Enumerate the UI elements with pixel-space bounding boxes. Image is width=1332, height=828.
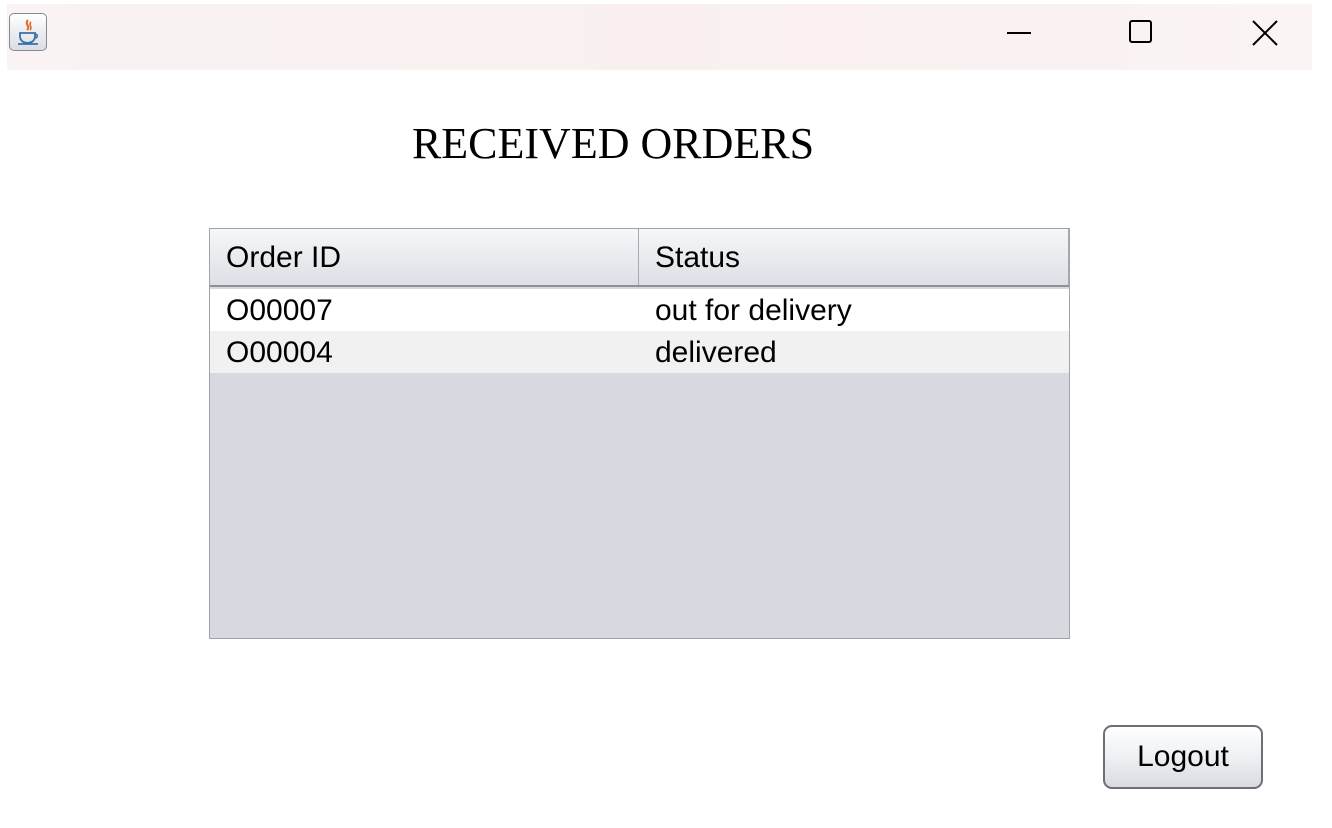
page-title: RECEIVED ORDERS: [411, 119, 815, 168]
table-header: Order ID Status: [210, 229, 1069, 287]
column-header-status[interactable]: Status: [639, 229, 1069, 285]
maximize-icon: [1129, 20, 1152, 43]
table-row[interactable]: O00007 out for delivery: [210, 289, 1069, 331]
status-cell[interactable]: delivered: [639, 331, 1069, 373]
minimize-icon: [1007, 32, 1031, 34]
close-button[interactable]: [1233, 4, 1293, 70]
order-id-cell[interactable]: O00004: [210, 331, 639, 373]
table-row[interactable]: O00004 delivered: [210, 331, 1069, 373]
logout-button[interactable]: Logout: [1103, 725, 1263, 789]
column-header-order-id[interactable]: Order ID: [210, 229, 639, 285]
order-id-cell[interactable]: O00007: [210, 289, 639, 331]
java-cup-icon[interactable]: [9, 13, 47, 51]
close-icon: [1252, 20, 1278, 46]
orders-table[interactable]: Order ID Status O00007 out for delivery …: [209, 228, 1070, 639]
maximize-button[interactable]: [1110, 4, 1170, 70]
status-cell[interactable]: out for delivery: [639, 289, 1069, 331]
minimize-button[interactable]: [988, 4, 1048, 70]
title-bar: [7, 4, 1312, 70]
